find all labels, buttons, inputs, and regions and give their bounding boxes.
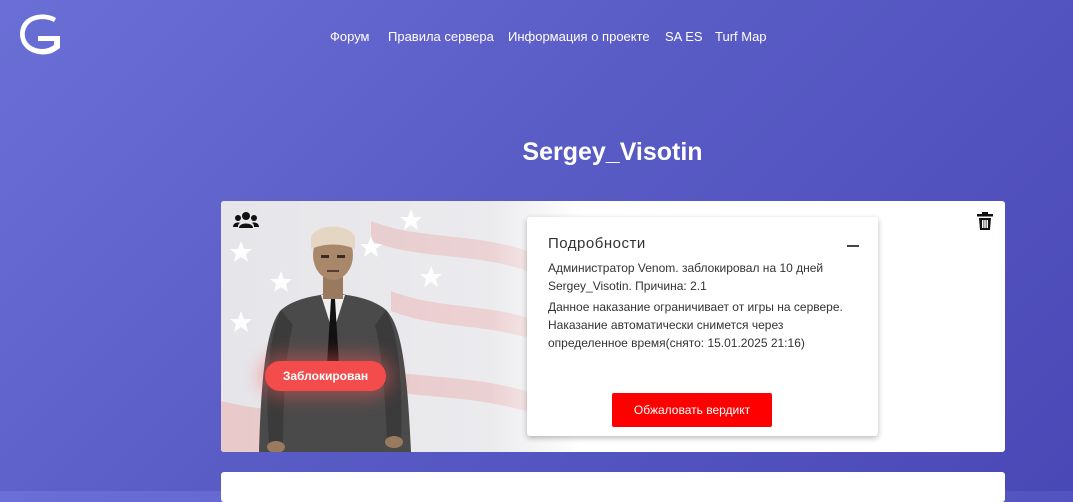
character-image xyxy=(259,226,411,452)
nav-item-sa-es[interactable]: SA ES xyxy=(665,28,703,46)
page-title: Sergey_Visotin xyxy=(522,138,703,166)
appeal-button[interactable]: Обжаловать вердикт xyxy=(612,393,772,427)
users-icon xyxy=(233,212,259,228)
ban-description: Администратор Venom. заблокировал на 10 … xyxy=(548,261,824,293)
next-card xyxy=(221,472,1005,502)
minus-icon[interactable] xyxy=(847,245,859,247)
ban-notice: Данное наказание ограничивает от игры на… xyxy=(548,300,843,350)
details-title: Подробности xyxy=(548,235,646,252)
nav-item-turf-map[interactable]: Turf Map xyxy=(715,28,767,46)
nav-item-server-rules[interactable]: Правила сервера xyxy=(388,28,494,46)
nav-item-forum[interactable]: Форум xyxy=(330,28,370,46)
details-panel: Подробности Администратор Venom. заблоки… xyxy=(527,217,878,436)
top-nav: Форум Правила сервера Информация о проек… xyxy=(0,28,1073,46)
trash-icon[interactable] xyxy=(977,212,993,230)
nav-item-project-info[interactable]: Информация о проекте xyxy=(508,28,650,46)
player-card: Заблокирован Подробности Администратор V… xyxy=(221,201,1005,452)
status-badge: Заблокирован xyxy=(265,361,386,391)
